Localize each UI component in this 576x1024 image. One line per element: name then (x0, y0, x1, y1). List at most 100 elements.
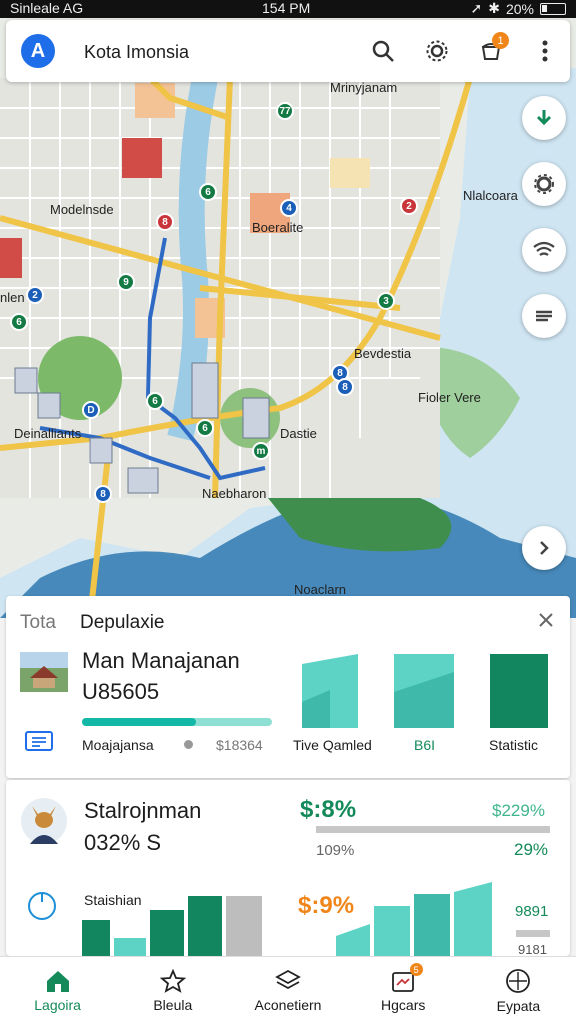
nav-item-explore[interactable]: Eypata (461, 957, 576, 1024)
map-label: Naebharon (202, 486, 267, 501)
home-icon (46, 970, 69, 992)
settings-map-button[interactable] (522, 162, 566, 206)
nav-item-layers[interactable]: Aconetiern (230, 957, 345, 1024)
notifications-button[interactable]: 1 (476, 32, 509, 66)
map-pin[interactable]: 8 (156, 213, 174, 231)
app-logo: A (21, 34, 55, 68)
stats-right-lower: 9891 (515, 903, 549, 920)
chart-tile-3-label: Statistic (489, 737, 539, 753)
house-building-2 (37, 392, 61, 419)
footer-value: $18364 (216, 737, 263, 753)
stats-sub: 032% S (84, 830, 162, 855)
clock-icon (28, 892, 56, 920)
panel-title: Depulaxie (80, 612, 165, 633)
chart-tile-2[interactable] (392, 652, 456, 728)
map-label: Boeralite (252, 220, 304, 235)
notification-badge: 1 (492, 32, 509, 49)
close-button[interactable] (536, 610, 556, 630)
red-block (122, 138, 162, 178)
item-thumbnail (20, 652, 68, 692)
map-pin[interactable]: 6 (196, 419, 214, 437)
map-pin[interactable]: 3 (377, 292, 395, 310)
status-right: ➚ ✱ 20% (470, 0, 566, 17)
search-button[interactable] (368, 36, 398, 66)
chart-tile-3[interactable] (488, 652, 550, 728)
map-pin[interactable]: m (252, 442, 270, 460)
nav-item-favorites[interactable]: Bleula (115, 957, 230, 1024)
map-pin[interactable]: 6 (146, 392, 164, 410)
download-arrow-icon (536, 110, 552, 126)
more-menu-button[interactable] (530, 36, 560, 66)
chart-tile-1-label: Tive Qamled (293, 737, 372, 753)
map-pin[interactable]: 6 (10, 313, 28, 331)
layers-list-button[interactable] (522, 294, 566, 338)
stats-small-bar (516, 930, 550, 937)
stats-name: Stalrojnman (84, 798, 202, 823)
map-pin[interactable]: 77 (276, 102, 294, 120)
chart-tile-1[interactable] (300, 652, 360, 728)
list-icon (536, 310, 552, 322)
footer-label: Moajajansa (82, 737, 154, 753)
signal-icon: ➚ (470, 0, 483, 16)
layers-icon (275, 969, 301, 989)
map-label: Modelnsde (50, 202, 114, 217)
nav-item-inbox[interactable]: 5 Hgcars (346, 957, 461, 1024)
map-label: Noaclarn (294, 582, 347, 597)
nav-label: Aconetiern (254, 996, 322, 1013)
compass-icon (506, 968, 531, 993)
nav-label: Hgcars (381, 996, 426, 1013)
map-pin[interactable]: 8 (336, 378, 354, 396)
status-bar: Sinleale AG 154 PM ➚ ✱ 20% (0, 0, 576, 18)
stats-right-lower2: 9181 (518, 942, 547, 957)
star-icon (159, 968, 186, 993)
gear-icon (534, 174, 554, 194)
map-pin[interactable]: 6 (199, 183, 217, 201)
nav-label: Bleula (153, 996, 193, 1013)
house-building-3 (89, 437, 113, 464)
stats-left-small: 109% (316, 842, 355, 859)
avatar[interactable] (20, 796, 68, 846)
stats-right-value: $229% (492, 801, 545, 820)
more-vertical-icon (542, 40, 548, 62)
map-label: Fioler Vere (418, 390, 481, 405)
message-button[interactable] (24, 730, 56, 756)
nav-item-home[interactable]: Lagoira (0, 957, 115, 1024)
map-pin[interactable]: 4 (280, 199, 298, 217)
stats-bar-chart-right (336, 882, 492, 956)
house-photo-icon (20, 652, 68, 692)
map-label: Dastie (280, 426, 317, 441)
map-pin[interactable]: D (82, 401, 100, 419)
map-pin[interactable]: 9 (117, 273, 135, 291)
stats-divider-bar (316, 826, 550, 833)
download-button[interactable] (522, 96, 566, 140)
map-pin[interactable]: 2 (26, 286, 44, 304)
chat-icon (25, 731, 53, 751)
wifi-layer-button[interactable] (522, 228, 566, 272)
progress-bar (82, 718, 272, 726)
top-app-bar: A Kota Imonsia 1 (6, 20, 570, 82)
nav-badge: 5 (409, 963, 423, 976)
map-pin[interactable]: 8 (94, 485, 112, 503)
wifi-icon (533, 241, 555, 256)
stats-right-small: 29% (514, 840, 549, 859)
map-label: Mrinyjanam (330, 80, 398, 95)
app-title: Kota Imonsia (84, 42, 190, 62)
battery-percent: 20% (505, 0, 534, 17)
item-code: U85605 (82, 679, 160, 704)
gear-icon (426, 40, 448, 62)
house-building-4 (127, 467, 159, 494)
map-label: nlen (0, 290, 25, 305)
stats-big-value: $:8% (300, 796, 357, 823)
yellow-lot (330, 158, 370, 188)
next-button[interactable] (522, 526, 566, 570)
settings-button[interactable] (422, 36, 452, 66)
map-label: Deinalliants (14, 426, 82, 441)
map-pin[interactable]: 2 (400, 197, 418, 215)
timer-button[interactable] (26, 890, 58, 922)
bluetooth-icon: ✱ (488, 0, 500, 16)
separator-dot (184, 740, 193, 749)
nav-label: Lagoira (34, 996, 81, 1013)
nav-label: Eypata (496, 997, 541, 1014)
map-label: Bevdestia (354, 346, 412, 361)
map-view[interactable]: Mrinyjanam Modelnsde Boeralite Nlalcoara… (0, 18, 576, 618)
